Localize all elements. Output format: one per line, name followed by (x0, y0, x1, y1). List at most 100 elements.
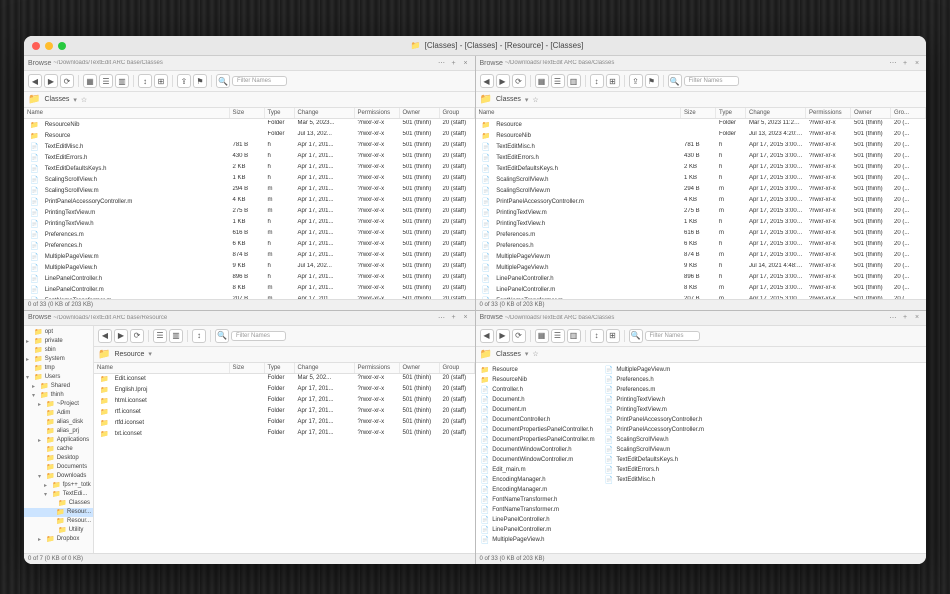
search-input[interactable]: Filter Names (232, 76, 287, 86)
tree-item[interactable]: 📁Resour... (24, 508, 93, 517)
col-change[interactable]: Change (746, 108, 806, 118)
pane-close-icon[interactable]: × (912, 58, 922, 68)
list-item[interactable]: 📄Document.h (478, 395, 598, 405)
tree-item[interactable]: 📁tmp (24, 364, 93, 373)
tag-button[interactable]: ⚑ (645, 74, 659, 88)
list-item[interactable]: 📄PrintPanelAccessoryController.m (602, 425, 707, 435)
table-row[interactable]: 📁txt.iconsetFolderApr 17, 201...?rwxr-xr… (94, 429, 475, 440)
tree-item[interactable]: ▸📁private (24, 337, 93, 346)
list-item[interactable]: 📄DocumentWindowController.h (478, 445, 598, 455)
group-button[interactable]: ⊞ (154, 74, 168, 88)
pane-menu-icon[interactable]: ⋯ (437, 58, 447, 68)
list-item[interactable]: 📄DocumentPropertiesPanelController.m (478, 435, 598, 445)
tree-item[interactable]: 📁alias_disk (24, 418, 93, 427)
current-folder-name[interactable]: Classes (496, 96, 521, 103)
file-list[interactable]: 📁Edit.iconsetFolderMar 5, 202...?rwxr-xr… (94, 374, 475, 554)
tree-item[interactable]: ▾📁Downloads (24, 472, 93, 481)
table-row[interactable]: 📁rtf.iconsetFolderApr 17, 201...?rwxr-xr… (94, 407, 475, 418)
expand-icon[interactable]: ▾ (38, 473, 44, 480)
close-window-icon[interactable] (32, 42, 40, 50)
list-item[interactable]: 📄Document.m (478, 405, 598, 415)
tree-item[interactable]: ▸📁Applications (24, 436, 93, 445)
pane-add-icon[interactable]: + (900, 313, 910, 323)
col-permissions[interactable]: Permissions (355, 363, 400, 373)
table-row[interactable]: 📄ScalingScrollView.h1 KBhApr 17, 2015 3:… (476, 174, 927, 185)
back-button[interactable]: ◀ (480, 329, 494, 343)
table-row[interactable]: 📄MultiplePageView.m874 BmApr 17, 2015 3:… (476, 251, 927, 262)
table-row[interactable]: 📄TextEditDefaultsKeys.h2 KBhApr 17, 2015… (476, 163, 927, 174)
list-item[interactable]: 📄Controller.h (478, 385, 598, 395)
list-item[interactable]: 📄FontNameTransformer.h (478, 495, 598, 505)
expand-icon[interactable]: ▸ (38, 401, 44, 408)
table-row[interactable]: 📄MultiplePageView.h9 KBhJul 14, 202...?r… (24, 262, 475, 273)
pane-add-icon[interactable]: + (449, 58, 459, 68)
col-group[interactable]: Gro... (891, 108, 926, 118)
refresh-button[interactable]: ⟳ (512, 329, 526, 343)
share-button[interactable]: ⇪ (629, 74, 643, 88)
table-row[interactable]: 📄MultiplePageView.m874 BmApr 17, 201...?… (24, 251, 475, 262)
list-item[interactable]: 📄TextEditMisc.h (602, 475, 707, 485)
col-name[interactable]: Name (94, 363, 230, 373)
table-row[interactable]: 📄PrintingTextView.m275 BmApr 17, 201...?… (24, 207, 475, 218)
table-row[interactable]: 📄TextEditMisc.h781 BhApr 17, 201...?rwxr… (24, 141, 475, 152)
tree-item[interactable]: 📁Utility (24, 526, 93, 535)
search-icon[interactable]: 🔍 (216, 74, 230, 88)
search-icon[interactable]: 🔍 (668, 74, 682, 88)
tree-item[interactable]: 📁Classes (24, 499, 93, 508)
table-row[interactable]: 📄Preferences.h6 KBhApr 17, 2015 3:00:13?… (476, 240, 927, 251)
list-item[interactable]: 📄ScalingScrollView.h (602, 435, 707, 445)
favorite-icon[interactable]: ☆ (532, 350, 538, 358)
pane-path[interactable]: ~/Downloads/TextEdit ARC base/Resource (53, 315, 434, 321)
table-row[interactable]: 📄ScalingScrollView.h1 KBhApr 17, 201...?… (24, 174, 475, 185)
forward-button[interactable]: ▶ (496, 329, 510, 343)
col-size[interactable]: Size (681, 108, 716, 118)
pane-path[interactable]: ~/Downloads/TextEdit ARC base/Classes (505, 315, 886, 321)
view-icons-button[interactable]: ▦ (535, 329, 549, 343)
col-owner[interactable]: Owner (400, 363, 440, 373)
list-item[interactable]: 📄TextEditErrors.h (602, 465, 707, 475)
view-columns-button[interactable]: ▥ (169, 329, 183, 343)
col-group[interactable]: Group (440, 108, 475, 118)
table-row[interactable]: 📁ResourceFolderMar 5, 2023 11:25:36?rwxr… (476, 119, 927, 130)
list-item[interactable]: 📄PrintingTextView.m (602, 405, 707, 415)
tree-item[interactable]: 📁opt (24, 328, 93, 337)
search-input[interactable]: Filter Names (684, 76, 739, 86)
pane-close-icon[interactable]: × (461, 58, 471, 68)
pane-menu-icon[interactable]: ⋯ (437, 313, 447, 323)
current-folder-name[interactable]: Classes (44, 96, 69, 103)
pane-menu-icon[interactable]: ⋯ (888, 58, 898, 68)
view-list-button[interactable]: ☰ (551, 329, 565, 343)
table-row[interactable]: 📁ResourceFolderJul 13, 202...?rwxr-xr-x5… (24, 130, 475, 141)
group-button[interactable]: ⊞ (606, 74, 620, 88)
pane-close-icon[interactable]: × (461, 313, 471, 323)
view-list-button[interactable]: ☰ (153, 329, 167, 343)
pane-path[interactable]: ~/Downloads/TextEdit ARC base/Classes (505, 60, 886, 66)
table-row[interactable]: 📄LinePanelController.h896 BhApr 17, 2015… (476, 273, 927, 284)
refresh-button[interactable]: ⟳ (130, 329, 144, 343)
expand-icon[interactable]: ▾ (26, 374, 32, 381)
sort-button[interactable]: ↕ (192, 329, 206, 343)
tag-button[interactable]: ⚑ (193, 74, 207, 88)
expand-icon[interactable]: ▸ (26, 338, 32, 345)
col-name[interactable]: Name (476, 108, 682, 118)
expand-icon[interactable]: ▸ (38, 536, 44, 543)
list-item[interactable]: 📄TextEditDefaultsKeys.h (602, 455, 707, 465)
tree-item[interactable]: ▾📁thinh (24, 391, 93, 400)
current-folder-name[interactable]: Classes (496, 351, 521, 358)
minimize-window-icon[interactable] (45, 42, 53, 50)
table-row[interactable]: 📄TextEditErrors.h430 BhApr 17, 2015 3:00… (476, 152, 927, 163)
col-owner[interactable]: Owner (851, 108, 891, 118)
pane-add-icon[interactable]: + (900, 58, 910, 68)
list-item[interactable]: 📄DocumentWindowController.m (478, 455, 598, 465)
col-owner[interactable]: Owner (400, 108, 440, 118)
tree-item[interactable]: 📁Resour... (24, 517, 93, 526)
maximize-window-icon[interactable] (58, 42, 66, 50)
list-item[interactable]: 📄LinePanelController.h (478, 515, 598, 525)
list-item[interactable]: 📄Edit_main.m (478, 465, 598, 475)
list-item[interactable]: 📄DocumentController.h (478, 415, 598, 425)
view-columns-button[interactable]: ▥ (567, 74, 581, 88)
col-type[interactable]: Type (265, 108, 295, 118)
tree-item[interactable]: 📁Documents (24, 463, 93, 472)
dropdown-icon[interactable]: ▾ (148, 350, 152, 358)
expand-icon[interactable]: ▾ (44, 491, 50, 498)
